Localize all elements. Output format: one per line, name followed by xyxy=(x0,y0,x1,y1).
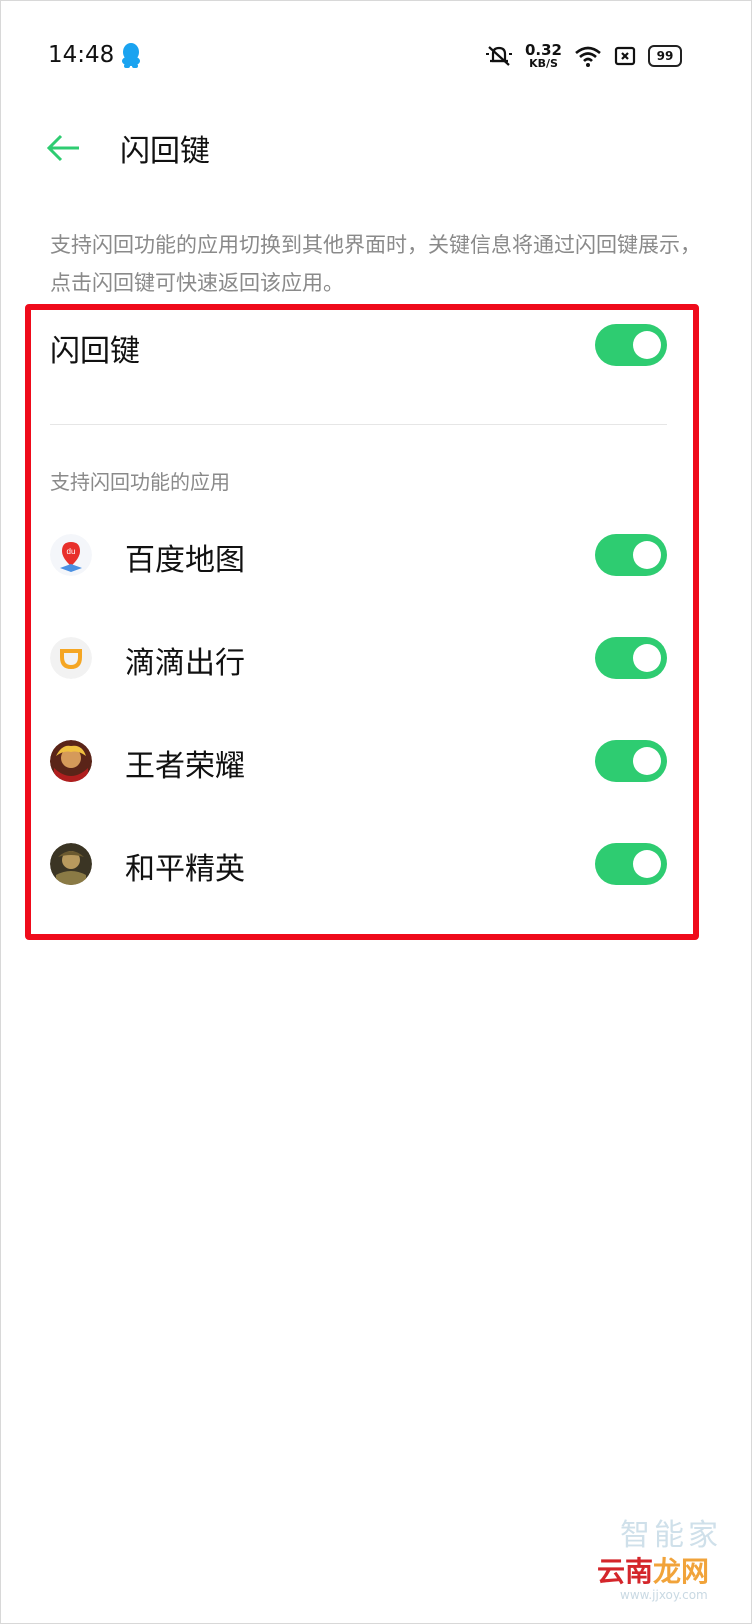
status-icons: 0.32 KB/S 99 xyxy=(485,42,682,70)
main-toggle-label: 闪回键 xyxy=(50,334,140,369)
toggle-knob xyxy=(633,747,661,775)
net-speed: 0.32 KB/S xyxy=(524,40,562,70)
app-row-honor-of-kings: 王者荣耀 xyxy=(0,731,752,791)
watermark-logo: 云南龙网 xyxy=(597,1550,709,1590)
app-toggle-didi[interactable] xyxy=(595,637,667,679)
toggle-knob xyxy=(633,850,661,878)
battery-indicator: 99 xyxy=(648,45,682,67)
wifi-icon xyxy=(575,46,601,67)
toggle-knob xyxy=(633,644,661,672)
app-row-peacekeeper-elite: 和平精英 xyxy=(0,834,752,894)
app-row-didi: 滴滴出行 xyxy=(0,628,752,688)
svg-text:du: du xyxy=(67,547,76,556)
no-sim-icon xyxy=(614,46,636,66)
main-toggle-switch[interactable] xyxy=(595,324,667,366)
watermark-url: www.jjxoy.com xyxy=(620,1588,708,1602)
app-toggle-baidu-map[interactable] xyxy=(595,534,667,576)
app-toggle-peacekeeper-elite[interactable] xyxy=(595,843,667,885)
app-name: 滴滴出行 xyxy=(125,646,245,681)
status-time: 14:48 xyxy=(48,42,115,68)
divider xyxy=(50,424,667,425)
section-label: 支持闪回功能的应用 xyxy=(50,470,230,494)
status-bar: 14:48 0.32 KB/S 99 xyxy=(0,30,752,80)
app-toggle-honor-of-kings[interactable] xyxy=(595,740,667,782)
qq-icon xyxy=(122,43,140,68)
watermark-text-a: 云南 xyxy=(597,1555,654,1588)
page-title: 闪回键 xyxy=(120,134,210,169)
app-name: 和平精英 xyxy=(125,852,245,887)
baidu-map-icon: du xyxy=(50,534,92,576)
app-name: 王者荣耀 xyxy=(125,749,245,784)
honor-of-kings-icon xyxy=(50,740,92,782)
mute-bell-icon xyxy=(485,46,512,66)
net-speed-unit: KB/S xyxy=(529,56,558,70)
net-speed-value: 0.32 xyxy=(524,40,562,59)
toggle-knob xyxy=(633,331,661,359)
peacekeeper-elite-icon xyxy=(50,843,92,885)
watermark-line1: 智能家 xyxy=(620,1518,722,1553)
app-row-baidu-map: du 百度地图 xyxy=(0,525,752,585)
toggle-knob xyxy=(633,541,661,569)
didi-icon xyxy=(50,637,92,679)
page-description: 支持闪回功能的应用切换到其他界面时，关键信息将通过闪回键展示，点击闪回键可快速返… xyxy=(50,233,701,295)
watermark-text-b: 龙网 xyxy=(653,1555,710,1588)
arrow-left-icon[interactable] xyxy=(45,128,85,168)
app-name: 百度地图 xyxy=(125,543,245,578)
